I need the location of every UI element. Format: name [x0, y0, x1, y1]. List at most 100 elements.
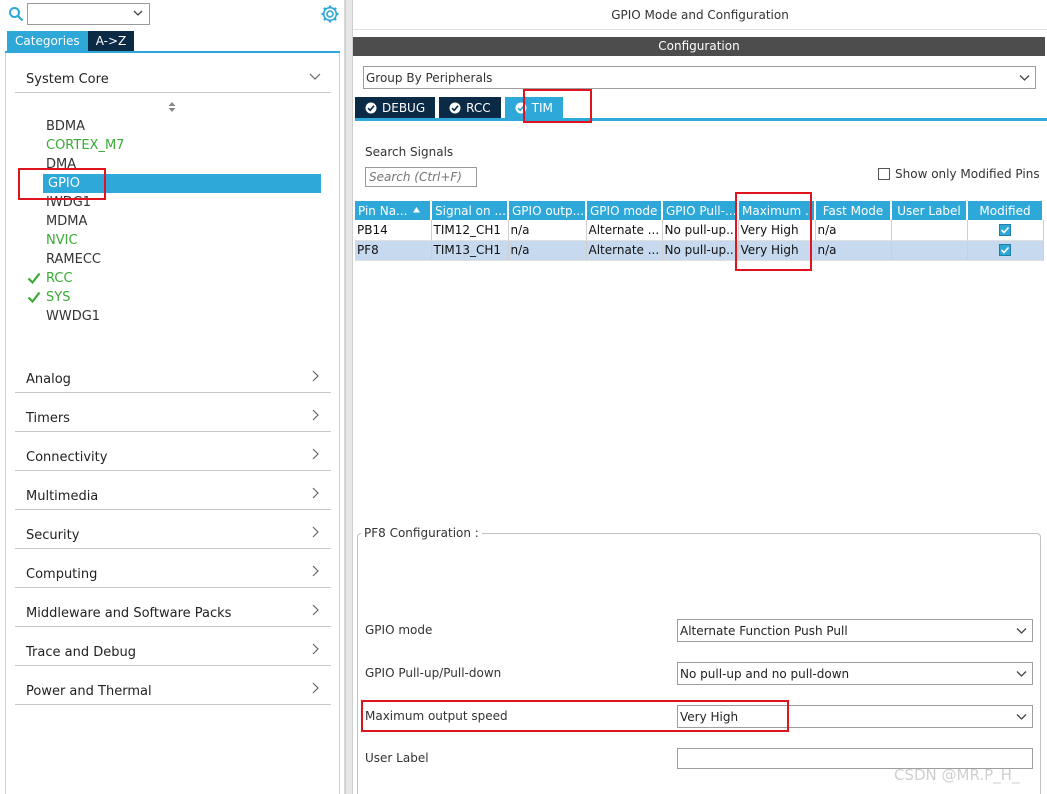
tab-a-z[interactable]: A->Z	[87, 31, 135, 51]
show-modified-label: Show only Modified Pins	[895, 167, 1040, 181]
cell-fast-mode: n/a	[815, 220, 892, 241]
sort-up-icon	[412, 206, 420, 212]
table-row[interactable]: PB14 TIM12_CH1 n/a Alternate ... No pull…	[355, 220, 1044, 241]
col-max-speed[interactable]: Maximum ...	[738, 201, 816, 220]
search-icon[interactable]	[8, 6, 24, 22]
gpio-mode-label: GPIO mode	[365, 623, 433, 637]
peripheral-tabs: DEBUG RCC TIM	[355, 97, 567, 118]
col-modified[interactable]: Modified	[967, 201, 1044, 220]
tab-categories[interactable]: Categories	[7, 31, 88, 51]
tab-label: TIM	[531, 100, 553, 115]
cell-modified[interactable]	[967, 240, 1044, 261]
section-label: Multimedia	[26, 489, 99, 504]
user-label-label: User Label	[365, 751, 429, 765]
search-signals-label: Search Signals	[365, 145, 454, 159]
gpio-mode-select[interactable]: Alternate Function Push Pull	[677, 619, 1033, 642]
section-computing[interactable]: Computing	[15, 555, 331, 588]
check-icon	[27, 291, 41, 304]
search-combobox[interactable]	[27, 3, 150, 25]
gear-icon[interactable]	[320, 4, 340, 24]
col-pin-name[interactable]: Pin Na...	[355, 201, 432, 220]
col-fast-mode[interactable]: Fast Mode	[815, 201, 892, 220]
section-middleware[interactable]: Middleware and Software Packs	[15, 594, 331, 627]
gpio-config-panel: GPIO Mode and Configuration Configuratio…	[353, 0, 1047, 794]
core-item-cortex-m7[interactable]: CORTEX_M7	[46, 136, 124, 155]
group-by-select[interactable]: Group By Peripherals	[363, 66, 1036, 89]
check-circle-icon	[365, 102, 377, 113]
section-analog[interactable]: Analog	[15, 360, 331, 393]
col-gpio-mode[interactable]: GPIO mode	[586, 201, 663, 220]
show-modified-checkbox[interactable]	[878, 168, 890, 180]
watermark: CSDN @MR.P_H_	[894, 766, 1020, 784]
cell-modified[interactable]	[967, 220, 1044, 241]
search-signals-input[interactable]	[365, 167, 477, 187]
cell-gpio-mode: Alternate ...	[586, 240, 663, 261]
section-label: Analog	[26, 372, 71, 387]
cell-max-speed: Very High	[738, 220, 816, 241]
cell-gpio-pull: No pull-up...	[662, 220, 739, 241]
col-gpio-output[interactable]: GPIO outp...	[508, 201, 587, 220]
section-label: Computing	[26, 567, 98, 582]
core-item-ramecc[interactable]: RAMECC	[46, 250, 101, 269]
pin-config-legend: PF8 Configuration :	[361, 526, 482, 540]
category-panel: Categories A->Z System Core BDMA CORTEX_…	[0, 0, 345, 794]
core-item-bdma[interactable]: BDMA	[46, 117, 85, 136]
chevron-down-icon	[1016, 714, 1027, 720]
max-speed-value: Very High	[680, 710, 739, 724]
sort-icon[interactable]	[166, 101, 178, 113]
chevron-right-icon	[312, 487, 319, 499]
section-timers[interactable]: Timers	[15, 399, 331, 432]
table-row[interactable]: PF8 TIM13_CH1 n/a Alternate ... No pull-…	[355, 240, 1044, 261]
chevron-down-icon	[1019, 75, 1030, 81]
core-item-nvic[interactable]: NVIC	[46, 231, 78, 250]
pin-table: Pin Na... Signal on ... GPIO outp... GPI…	[355, 201, 1044, 261]
core-item-dma[interactable]: DMA	[46, 155, 76, 174]
col-signal[interactable]: Signal on ...	[431, 201, 509, 220]
core-item-sys[interactable]: SYS	[46, 288, 70, 307]
col-user-label[interactable]: User Label	[891, 201, 968, 220]
section-connectivity[interactable]: Connectivity	[15, 438, 331, 471]
core-item-rcc[interactable]: RCC	[46, 269, 73, 288]
gpio-mode-value: Alternate Function Push Pull	[680, 624, 848, 638]
core-item-gpio[interactable]: GPIO	[48, 174, 80, 193]
show-modified-toggle[interactable]: Show only Modified Pins	[878, 167, 1040, 181]
core-item-wwdg1[interactable]: WWDG1	[46, 307, 100, 326]
chevron-right-icon	[312, 643, 319, 655]
col-gpio-pull[interactable]: GPIO Pull-...	[662, 201, 739, 220]
section-trace-and-debug[interactable]: Trace and Debug	[15, 633, 331, 666]
section-multimedia[interactable]: Multimedia	[15, 477, 331, 510]
checked-checkbox-icon[interactable]	[999, 223, 1011, 236]
cell-signal: TIM13_CH1	[431, 240, 509, 261]
panel-splitter[interactable]	[345, 0, 353, 794]
gpio-pull-select[interactable]: No pull-up and no pull-down	[677, 662, 1033, 685]
cell-user-label	[891, 240, 968, 261]
tab-tim[interactable]: TIM	[504, 97, 563, 118]
section-security[interactable]: Security	[15, 516, 331, 549]
chevron-down-icon[interactable]	[132, 7, 144, 19]
tab-underline	[355, 118, 1047, 121]
section-system-core[interactable]: System Core	[15, 60, 331, 93]
chevron-right-icon	[312, 526, 319, 538]
cell-signal: TIM12_CH1	[431, 220, 509, 241]
panel-title: GPIO Mode and Configuration	[353, 0, 1047, 30]
core-item-iwdg1[interactable]: IWDG1	[46, 193, 91, 212]
check-icon	[27, 272, 41, 285]
tab-rcc[interactable]: RCC	[439, 97, 501, 118]
gpio-pull-value: No pull-up and no pull-down	[680, 667, 850, 681]
section-power-and-thermal[interactable]: Power and Thermal	[15, 672, 331, 705]
core-item-selection	[43, 174, 321, 193]
check-circle-icon	[515, 102, 527, 113]
cell-fast-mode: n/a	[815, 240, 892, 261]
cell-gpio-output: n/a	[508, 220, 587, 241]
stm32cubemx-window: Categories A->Z System Core BDMA CORTEX_…	[0, 0, 1047, 794]
checked-checkbox-icon[interactable]	[999, 244, 1011, 256]
max-speed-select[interactable]: Very High	[677, 705, 1033, 728]
gpio-pull-label: GPIO Pull-up/Pull-down	[365, 666, 502, 680]
tab-debug[interactable]: DEBUG	[355, 97, 436, 118]
category-tabs: Categories A->Z	[7, 31, 135, 51]
chevron-right-icon	[312, 448, 319, 460]
table-header: Pin Na... Signal on ... GPIO outp... GPI…	[355, 201, 1044, 220]
cell-gpio-output: n/a	[508, 240, 587, 261]
cell-max-speed: Very High	[738, 240, 816, 261]
core-item-mdma[interactable]: MDMA	[46, 212, 87, 231]
